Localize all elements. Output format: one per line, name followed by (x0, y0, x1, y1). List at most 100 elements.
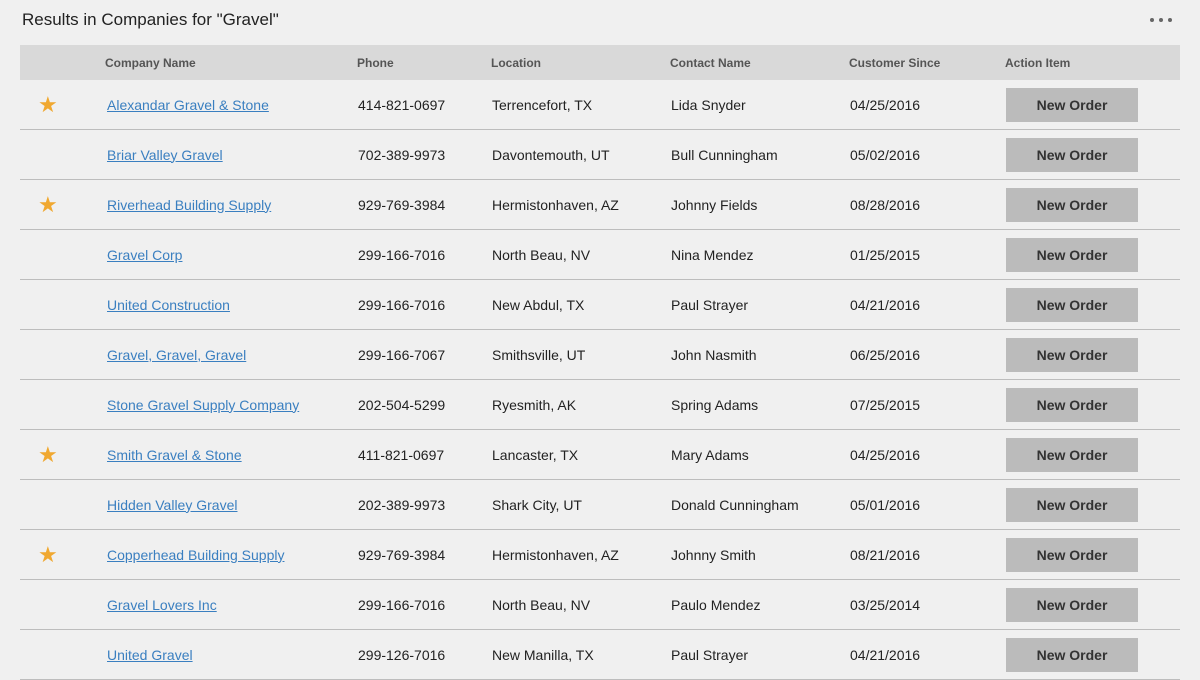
company-name-link[interactable]: Copperhead Building Supply (107, 547, 284, 563)
company-name-link[interactable]: Alexandar Gravel & Stone (107, 97, 269, 113)
table-row: Gravel, Gravel, Gravel 299-166-7067 Smiths… (20, 330, 1180, 380)
location-cell: Ryesmith, AK (492, 396, 577, 413)
location-cell: Shark City, UT (492, 496, 582, 513)
company-name-cell: Gravel, Gravel, Gravel (105, 347, 357, 363)
contact-name-cell: Donald Cunningham (671, 496, 799, 513)
new-order-button[interactable]: New Order (1006, 487, 1138, 522)
new-order-button[interactable]: New Order (1006, 387, 1138, 422)
table-row: Gravel Corp 299-166-7016 North Beau, NV Nin… (20, 230, 1180, 280)
table-row: ★ Smith Gravel & Stone 411-821-0697 Lancast… (20, 430, 1180, 480)
location-cell: Terrencefort, TX (492, 96, 593, 113)
new-order-button[interactable]: New Order (1006, 437, 1138, 472)
company-name-cell: Copperhead Building Supply (105, 547, 357, 563)
location-cell: North Beau, NV (492, 246, 591, 263)
location-cell: New Abdul, TX (492, 296, 585, 313)
contact-name-cell: Paul Strayer (671, 646, 749, 663)
customer-since-cell: 01/25/2015 (850, 246, 921, 263)
contact-name-cell: Spring Adams (671, 396, 759, 413)
company-name-link[interactable]: Gravel Corp (107, 247, 182, 263)
table-row: ★ Alexandar Gravel & Stone 414-821-0697 Ter… (20, 80, 1180, 130)
star-icon[interactable]: ★ (38, 442, 58, 467)
location-cell: New Manilla, TX (492, 646, 594, 663)
phone-cell: 414-821-0697 (358, 96, 446, 113)
action-cell: New Order (1005, 187, 1180, 222)
contact-name-cell: Mary Adams (671, 446, 749, 463)
customer-since-cell: 08/21/2016 (850, 546, 921, 563)
new-order-button[interactable]: New Order (1006, 287, 1138, 322)
company-name-link[interactable]: United Construction (107, 297, 230, 313)
company-name-cell: Briar Valley Gravel (105, 147, 357, 163)
customer-since-cell: 04/25/2016 (850, 446, 921, 463)
action-cell: New Order (1005, 487, 1180, 522)
company-name-link[interactable]: Riverhead Building Supply (107, 197, 271, 213)
column-header-company-name[interactable]: Company Name (105, 56, 357, 70)
table-header: Company Name Phone Location Contact Name… (20, 45, 1180, 80)
new-order-button[interactable]: New Order (1006, 587, 1138, 622)
page-title: Results in Companies for "Gravel" (22, 10, 279, 29)
customer-since-cell: 04/25/2016 (850, 96, 921, 113)
column-header-location[interactable]: Location (491, 56, 670, 70)
contact-name-cell: Nina Mendez (671, 246, 754, 263)
company-name-link[interactable]: Hidden Valley Gravel (107, 497, 237, 513)
company-name-link[interactable]: Smith Gravel & Stone (107, 447, 242, 463)
table-row: ★ Copperhead Building Supply 929-769-3984 H… (20, 530, 1180, 580)
company-name-cell: Smith Gravel & Stone (105, 447, 357, 463)
new-order-button[interactable]: New Order (1006, 637, 1138, 672)
company-name-cell: United Construction (105, 297, 357, 313)
table-row: United Gravel 299-126-7016 New Manilla, TX… (20, 630, 1180, 680)
action-cell: New Order (1005, 137, 1180, 172)
phone-cell: 299-166-7067 (358, 346, 446, 363)
company-name-cell: Riverhead Building Supply (105, 197, 357, 213)
star-cell: ★ (20, 92, 105, 117)
company-name-cell: Stone Gravel Supply Company (105, 397, 357, 413)
company-name-link[interactable]: Briar Valley Gravel (107, 147, 223, 163)
star-icon[interactable]: ★ (38, 192, 58, 217)
action-cell: New Order (1005, 587, 1180, 622)
new-order-button[interactable]: New Order (1006, 187, 1138, 222)
column-header-phone[interactable]: Phone (357, 56, 491, 70)
action-cell: New Order (1005, 437, 1180, 472)
star-cell: ★ (20, 542, 105, 567)
company-name-link[interactable]: Gravel Lovers Inc (107, 597, 217, 613)
action-cell: New Order (1005, 537, 1180, 572)
action-cell: New Order (1005, 237, 1180, 272)
contact-name-cell: Paul Strayer (671, 296, 749, 313)
new-order-button[interactable]: New Order (1006, 237, 1138, 272)
column-header-action-item: Action Item (1005, 55, 1071, 70)
table-row: Gravel Lovers Inc 299-166-7016 North Beau,… (20, 580, 1180, 630)
phone-cell: 929-769-3984 (358, 196, 446, 213)
phone-cell: 299-166-7016 (358, 246, 446, 263)
company-name-link[interactable]: United Gravel (107, 647, 193, 663)
phone-cell: 411-821-0697 (358, 446, 445, 463)
results-table: Company Name Phone Location Contact Name… (20, 45, 1180, 680)
customer-since-cell: 05/01/2016 (850, 496, 921, 513)
star-icon[interactable]: ★ (38, 542, 58, 567)
company-name-cell: Hidden Valley Gravel (105, 497, 357, 513)
new-order-button[interactable]: New Order (1006, 87, 1138, 122)
location-cell: Smithsville, UT (492, 346, 586, 363)
table-body: ★ Alexandar Gravel & Stone 414-821-0697 Ter… (20, 80, 1180, 680)
contact-name-cell: John Nasmith (671, 346, 757, 363)
location-cell: North Beau, NV (492, 596, 591, 613)
new-order-button[interactable]: New Order (1006, 537, 1138, 572)
table-row: Stone Gravel Supply Company 202-504-5299 R… (20, 380, 1180, 430)
more-options-icon[interactable] (1150, 14, 1172, 26)
company-name-cell: Gravel Corp (105, 247, 357, 263)
star-icon[interactable]: ★ (38, 92, 58, 117)
action-cell: New Order (1005, 387, 1180, 422)
action-cell: New Order (1005, 337, 1180, 372)
column-header-contact-name[interactable]: Contact Name (670, 56, 849, 70)
location-cell: Hermistonhaven, AZ (492, 196, 619, 213)
location-cell: Lancaster, TX (492, 446, 579, 463)
phone-cell: 929-769-3984 (358, 546, 446, 563)
action-cell: New Order (1005, 87, 1180, 122)
company-name-cell: United Gravel (105, 647, 357, 663)
new-order-button[interactable]: New Order (1006, 337, 1138, 372)
column-header-customer-since[interactable]: Customer Since (849, 56, 1005, 70)
new-order-button[interactable]: New Order (1006, 137, 1138, 172)
customer-since-cell: 04/21/2016 (850, 646, 921, 663)
company-name-link[interactable]: Gravel, Gravel, Gravel (107, 347, 246, 363)
page-header: Results in Companies for "Gravel" (0, 0, 1200, 45)
action-cell: New Order (1005, 287, 1180, 322)
company-name-link[interactable]: Stone Gravel Supply Company (107, 397, 299, 413)
